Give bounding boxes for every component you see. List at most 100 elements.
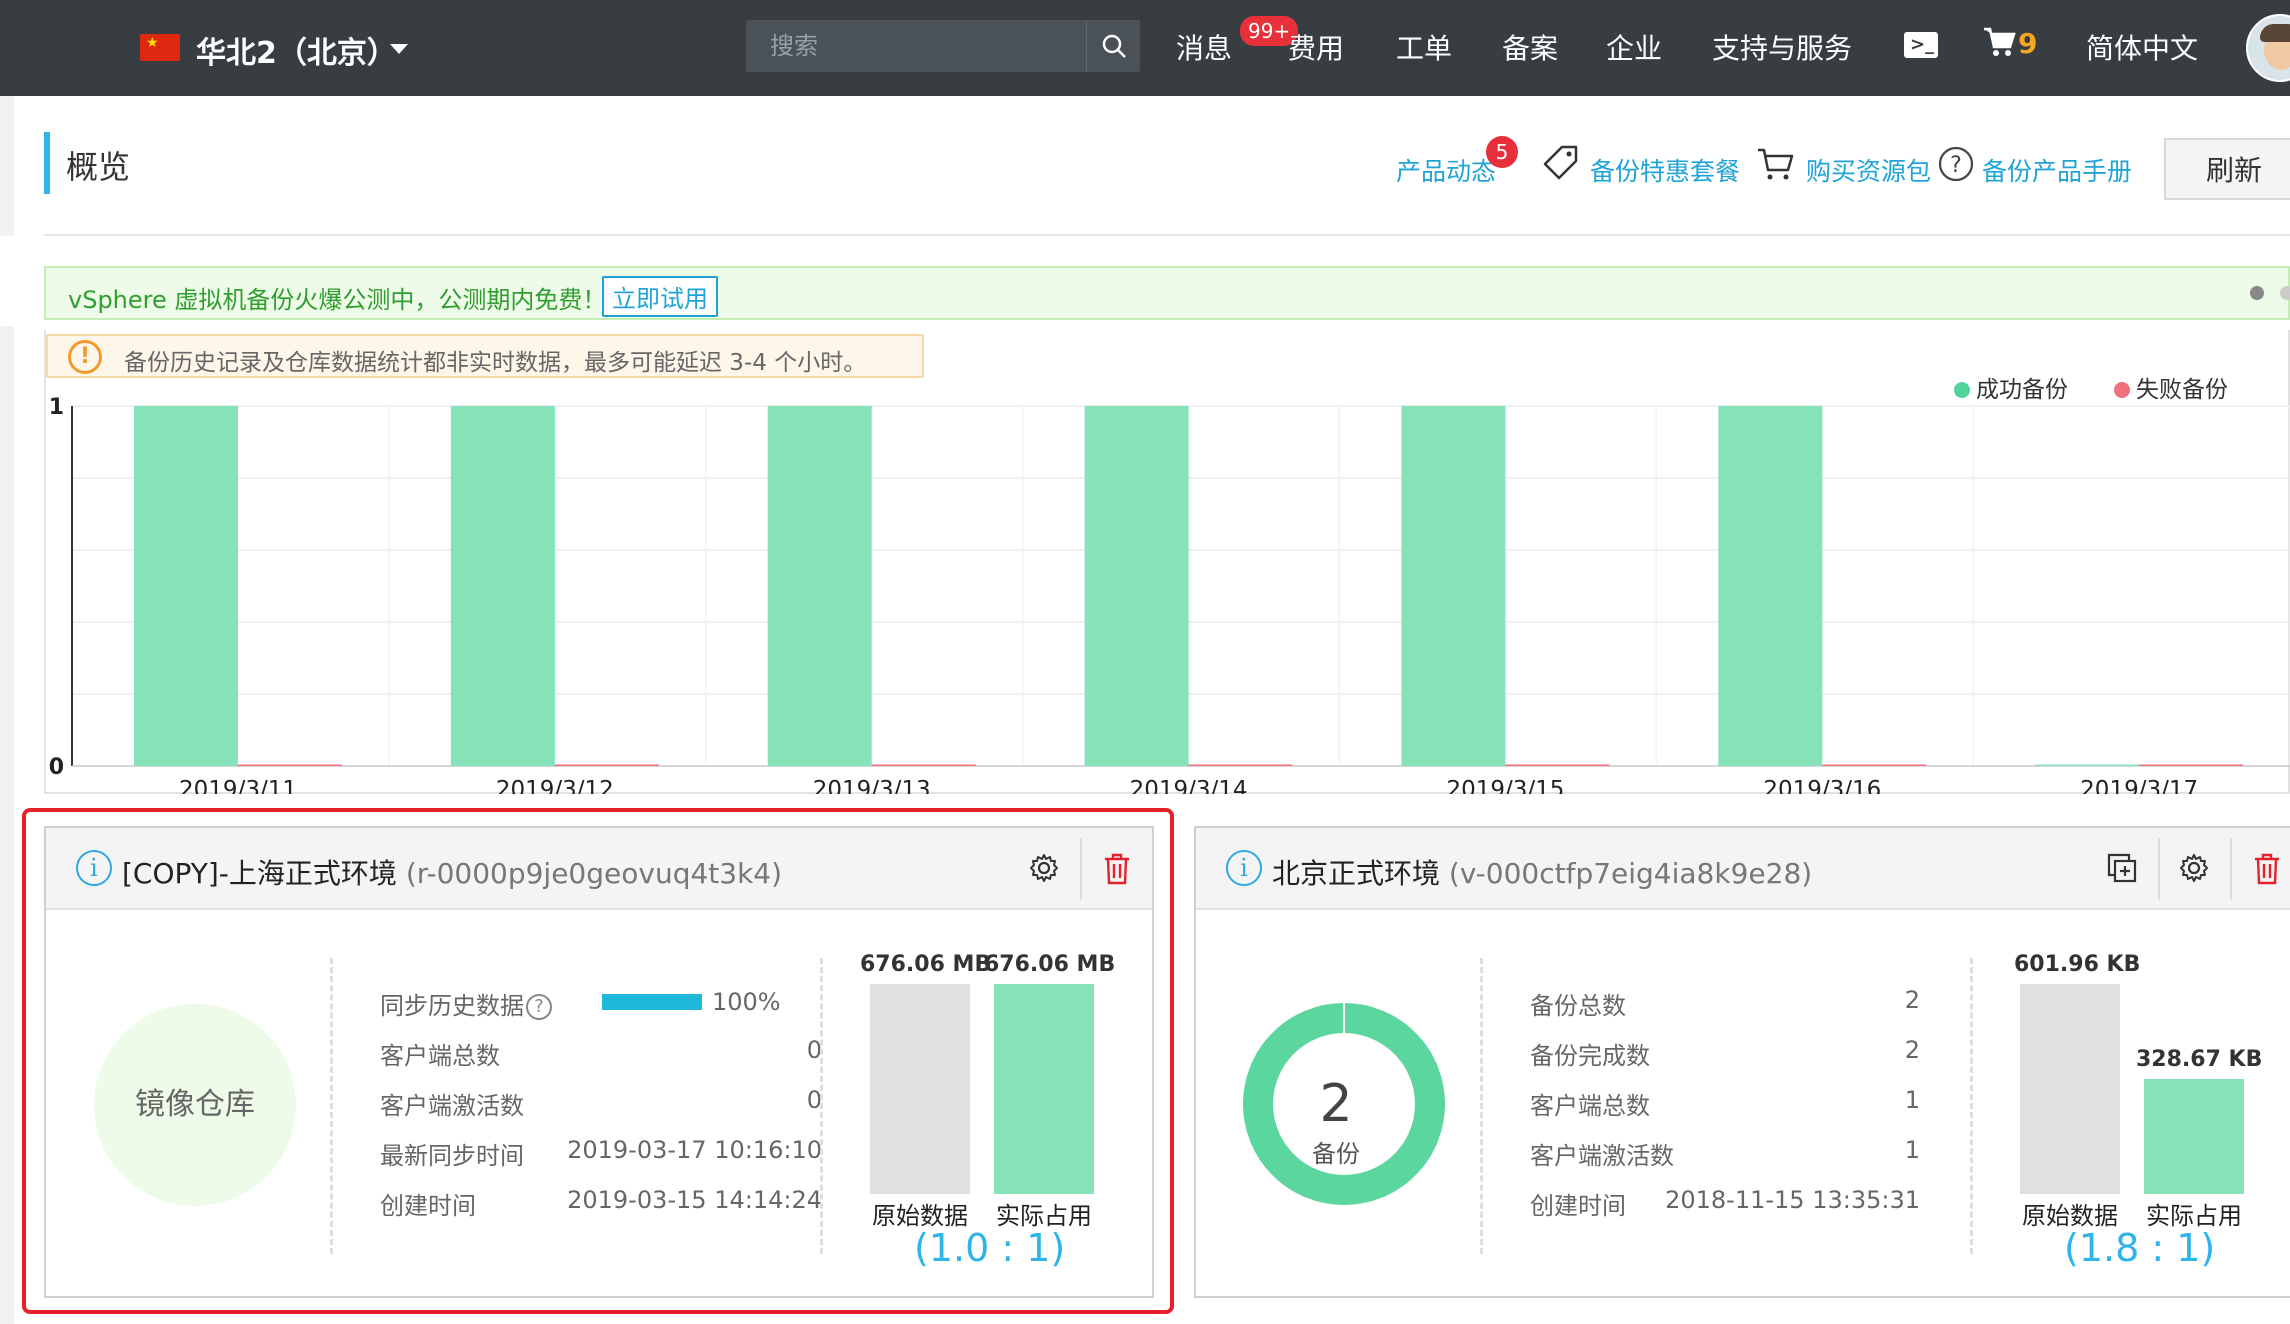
- chart-x-tick-label: 2019/3/12: [496, 777, 614, 794]
- stat-value: 2019-03-15 14:14:24: [567, 1186, 822, 1214]
- stat-label: 备份完成数: [1530, 1042, 1650, 1070]
- chart-x-tick-label: 2019/3/13: [813, 777, 931, 794]
- dashed-divider: [330, 958, 333, 1254]
- stat-label: 客户端激活数: [1530, 1142, 1674, 1170]
- dashed-divider: [1970, 958, 1973, 1254]
- delay-notice: ! 备份历史记录及仓库数据统计都非实时数据，最多可能延迟 3-4 个小时。: [46, 334, 924, 378]
- chart-bar-success: [134, 406, 238, 766]
- beijing-vault-card: i 北京正式环境 (v-000ctfp7eig4ia8k9e28) 2 备份 备…: [1194, 826, 2290, 1298]
- stat-value: 2: [1904, 986, 1920, 1014]
- try-now-button[interactable]: 立即试用: [602, 276, 718, 317]
- nav-enterprise[interactable]: 企业: [1606, 27, 1662, 67]
- refresh-button[interactable]: 刷新: [2164, 138, 2290, 200]
- chart-bar-success: [1718, 406, 1823, 766]
- title-accent-bar: [44, 132, 50, 194]
- top-navbar: ★ 华北2（北京） 消息 99+ 费用 工单 备案 企业 支持与服务 >_ 9 …: [0, 0, 2290, 96]
- chart-bar-success: [767, 406, 872, 766]
- original-size-value: 601.96 KB: [2014, 952, 2141, 977]
- header-separator: [2230, 838, 2232, 900]
- promo-text: vSphere 虚拟机备份火爆公测中，公测期内免费！: [68, 286, 607, 314]
- card-header: i 北京正式环境 (v-000ctfp7eig4ia8k9e28): [1196, 828, 2290, 910]
- chart-bar-success: [450, 406, 555, 766]
- backup-deals-link[interactable]: 备份特惠套餐: [1590, 152, 1740, 188]
- stat-label: 客户端激活数: [380, 1092, 524, 1120]
- vault-name: 北京正式环境: [1272, 857, 1441, 890]
- product-news-badge: 5: [1486, 136, 1518, 168]
- question-icon[interactable]: ?: [526, 994, 552, 1020]
- search-icon: [1102, 34, 1126, 58]
- user-avatar[interactable]: [2246, 14, 2290, 82]
- original-size-bar: [2020, 984, 2120, 1194]
- chart-x-tick-label: 2019/3/15: [1446, 777, 1564, 794]
- cart-icon[interactable]: [1982, 26, 2018, 58]
- donut-unit: 备份: [1312, 1140, 1360, 1168]
- chart-bar-success: [2035, 764, 2140, 766]
- trash-icon[interactable]: [1102, 852, 1132, 886]
- stat-value: 0: [806, 1086, 822, 1114]
- carousel-dot[interactable]: [2280, 286, 2290, 300]
- cart-count[interactable]: 9: [2018, 27, 2037, 60]
- chart-x-tick-label: 2019/3/14: [1130, 777, 1248, 794]
- gear-icon[interactable]: [1028, 852, 1060, 884]
- chart-x-tick-label: 2019/3/16: [1763, 777, 1881, 794]
- nav-tickets[interactable]: 工单: [1396, 27, 1452, 67]
- language-selector[interactable]: 简体中文: [2086, 27, 2198, 67]
- search-button[interactable]: [1086, 20, 1140, 72]
- stat-value: 2019-03-17 10:16:10: [567, 1136, 822, 1164]
- info-icon[interactable]: i: [1226, 850, 1262, 886]
- info-icon[interactable]: i: [76, 850, 112, 886]
- vault-name: [COPY]-上海正式环境: [122, 857, 397, 890]
- chart-bar-success: [1084, 406, 1189, 766]
- chart-x-tick-label: 2019/3/17: [2080, 777, 2198, 794]
- sync-progress-value: 100%: [712, 988, 781, 1016]
- actual-size-value: 328.67 KB: [2136, 1047, 2263, 1073]
- nav-messages[interactable]: 消息: [1176, 27, 1232, 67]
- search-input[interactable]: [746, 20, 1086, 72]
- nav-icp[interactable]: 备案: [1502, 27, 1558, 67]
- search-box: [746, 20, 1140, 72]
- region-selector[interactable]: 华北2（北京）: [196, 28, 397, 72]
- terminal-icon[interactable]: >_: [1904, 32, 1938, 58]
- dashed-divider: [1480, 958, 1483, 1254]
- header-separator: [2158, 838, 2160, 900]
- dedup-ratio: (1.8 : 1): [2064, 1226, 2216, 1270]
- chart-bar-failed: [238, 764, 342, 766]
- actual-size-bar: [2144, 1079, 2244, 1194]
- delay-notice-text: 备份历史记录及仓库数据统计都非实时数据，最多可能延迟 3-4 个小时。: [124, 350, 867, 376]
- gear-icon[interactable]: [2178, 852, 2210, 884]
- stat-value: 1: [1904, 1136, 1920, 1164]
- chart-bar-failed: [871, 764, 976, 766]
- card-title: [COPY]-上海正式环境 (r-0000p9je0geovuq4t3k4): [122, 852, 782, 892]
- stat-label: 创建时间: [1530, 1192, 1626, 1220]
- chart-bar-failed: [554, 764, 659, 766]
- product-news-link[interactable]: 产品动态: [1396, 152, 1496, 188]
- page-title: 概览: [66, 148, 131, 186]
- chart-bar-failed: [2139, 764, 2244, 766]
- card-title: 北京正式环境 (v-000ctfp7eig4ia8k9e28): [1272, 852, 1812, 892]
- backup-bar-chart: 0 1 2019/3/11 2019/3/12 2019/3/13 2019/3/14 20…: [49, 395, 2290, 794]
- nav-billing[interactable]: 费用: [1288, 27, 1344, 67]
- dedup-ratio: (1.0 : 1): [914, 1226, 1066, 1270]
- mirror-vault-badge: 镜像仓库: [94, 1004, 296, 1206]
- carousel-dot-active[interactable]: [2250, 286, 2264, 300]
- stat-value: 1: [1904, 1086, 1920, 1114]
- sidebar-edge-gap: [0, 236, 14, 326]
- chevron-down-icon[interactable]: [390, 44, 408, 54]
- nav-support[interactable]: 支持与服务: [1712, 27, 1852, 67]
- actual-size-value: 676.06 MB: [984, 952, 1116, 977]
- stat-label: 客户端总数: [380, 1042, 500, 1070]
- stat-label: 创建时间: [380, 1192, 476, 1220]
- buy-package-link[interactable]: 购买资源包: [1806, 152, 1931, 188]
- svg-text:?: ?: [1950, 153, 1962, 178]
- copy-icon[interactable]: [2106, 852, 2138, 884]
- header-divider: [44, 234, 2290, 236]
- chart-bar-failed: [1822, 764, 1927, 766]
- china-flag-icon: ★: [140, 34, 180, 61]
- sync-progress-bar: [602, 994, 702, 1010]
- stat-value: 2018-11-15 13:35:31: [1665, 1186, 1920, 1214]
- vault-id: (v-000ctfp7eig4ia8k9e28): [1448, 857, 1813, 890]
- trash-icon[interactable]: [2252, 852, 2282, 886]
- mirror-vault-card: i [COPY]-上海正式环境 (r-0000p9je0geovuq4t3k4)…: [44, 826, 1154, 1298]
- manual-link[interactable]: 备份产品手册: [1982, 152, 2132, 188]
- actual-size-bar: [994, 984, 1094, 1194]
